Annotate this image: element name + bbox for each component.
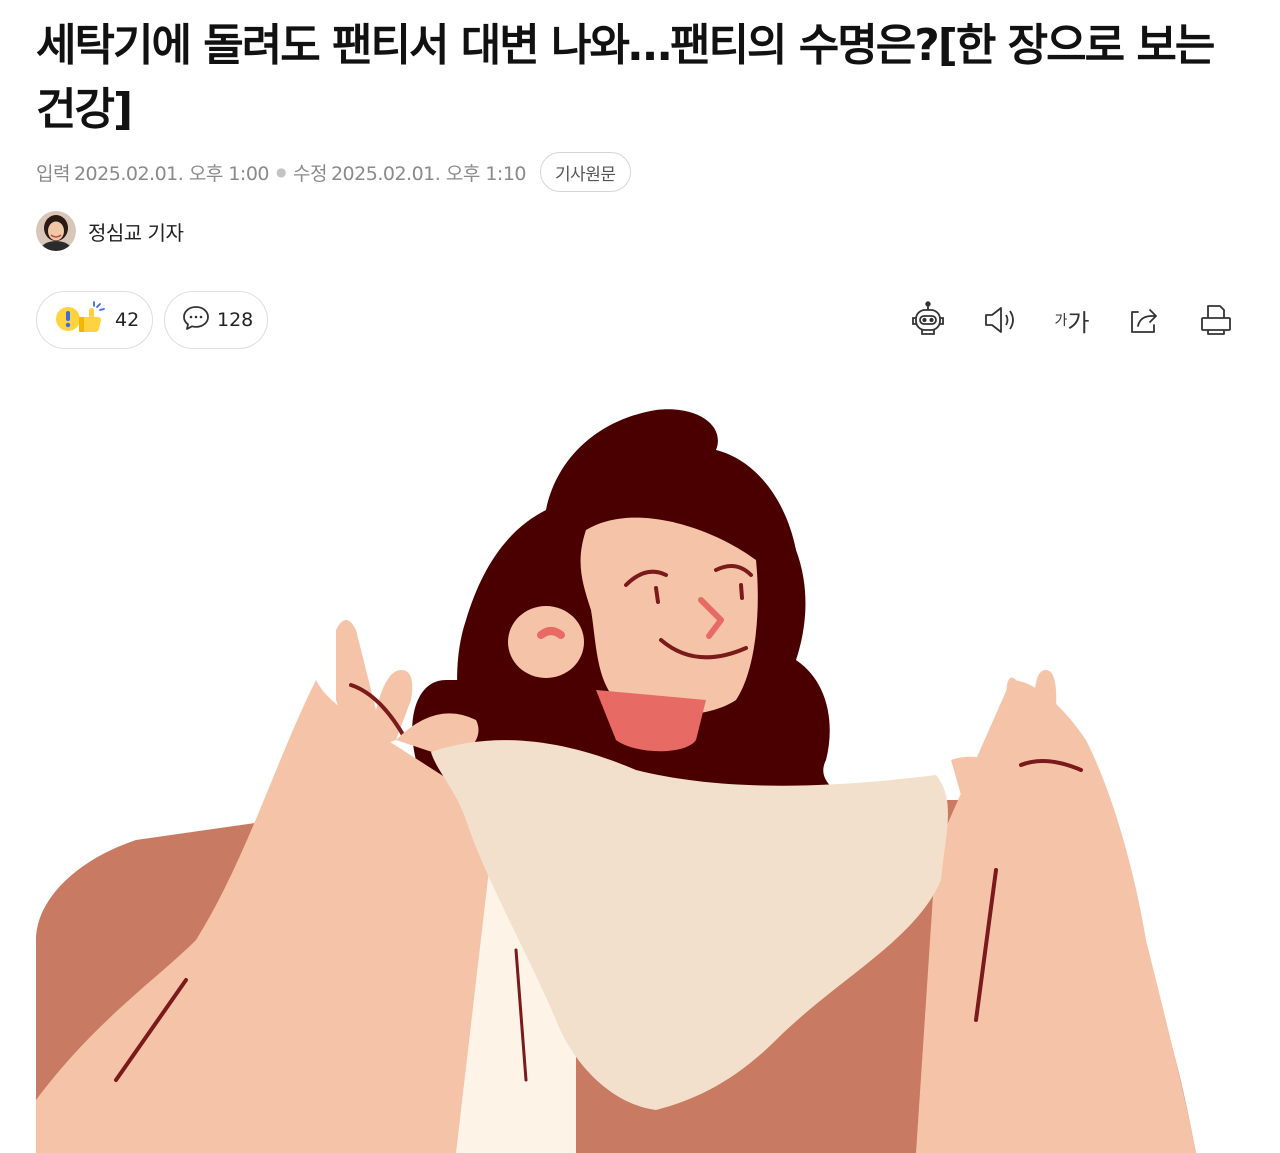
published-date: 2025.02.01. 오후 1:00 [73,162,270,185]
reaction-count: 42 [115,309,140,331]
modified-label: 수정 [293,162,327,185]
comment-button[interactable]: 128 [164,291,268,349]
share-icon[interactable] [1124,298,1164,342]
surprise-thumbs-up-icon [53,301,109,339]
font-size-small-label: 가 [1054,313,1068,329]
comment-count: 128 [217,309,254,331]
meta-separator: ● [276,165,286,179]
font-size-large-label: 가 [1067,308,1090,337]
reaction-button[interactable]: 42 [36,291,153,349]
speech-bubble-icon [181,303,211,337]
article-headline: 세탁기에 돌려도 팬티서 대변 나와…팬티의 수명은?[한 장으로 보는 건강] [36,20,1215,135]
article-meta: 입력 2025.02.01. 오후 1:00 ● 수정 2025.02.01. … [36,152,631,192]
published-label: 입력 [36,162,70,185]
original-article-button[interactable]: 기사원문 [540,152,631,192]
robot-summary-icon[interactable] [908,298,948,342]
modified-date: 2025.02.01. 오후 1:10 [330,162,527,185]
font-size-icon[interactable]: 가가 [1052,298,1092,342]
reporter-name[interactable]: 정심교 기자 [88,217,184,246]
print-icon[interactable] [1196,298,1236,342]
reporter-avatar[interactable] [36,211,76,251]
byline[interactable]: 정심교 기자 [36,211,184,251]
article-toolbar: 가가 [908,298,1236,342]
hero-illustration [36,380,1246,1153]
speaker-icon[interactable] [980,298,1020,342]
